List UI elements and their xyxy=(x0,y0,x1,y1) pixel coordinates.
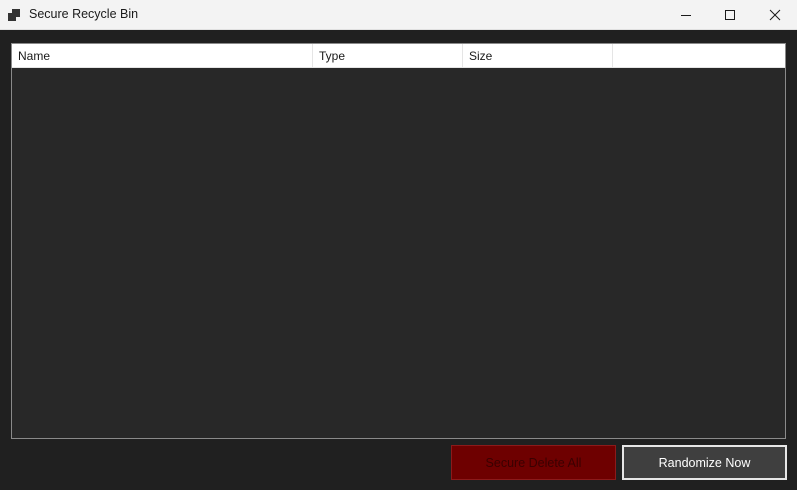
window-title: Secure Recycle Bin xyxy=(29,7,139,21)
title-bar[interactable]: Secure Recycle Bin xyxy=(0,0,797,30)
list-body[interactable] xyxy=(12,68,785,438)
app-window-icon xyxy=(8,9,20,21)
maximize-icon xyxy=(725,9,735,20)
minimize-icon xyxy=(681,14,691,16)
close-button[interactable] xyxy=(752,0,797,29)
column-header-size[interactable]: Size xyxy=(463,44,613,68)
column-header-filler xyxy=(613,44,785,68)
minimize-button[interactable] xyxy=(663,0,709,29)
randomize-now-button[interactable]: Randomize Now xyxy=(622,445,787,480)
app-window: Secure Recycle Bin Name Type Size Secure… xyxy=(0,0,797,490)
close-icon xyxy=(769,9,781,20)
list-header: Name Type Size xyxy=(12,44,785,68)
file-list-view[interactable]: Name Type Size xyxy=(11,43,786,439)
column-header-name[interactable]: Name xyxy=(12,44,313,68)
column-header-type[interactable]: Type xyxy=(313,44,463,68)
maximize-button[interactable] xyxy=(707,0,753,29)
secure-delete-all-button[interactable]: Secure Delete All xyxy=(451,445,616,480)
